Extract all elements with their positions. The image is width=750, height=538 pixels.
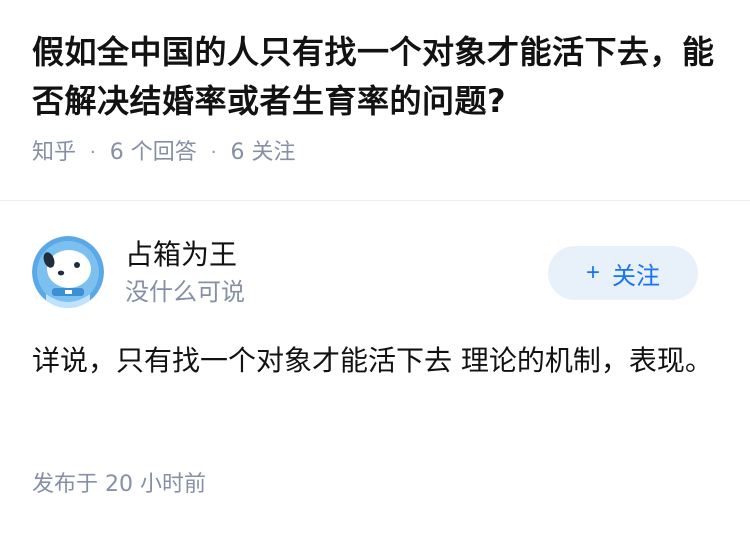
question-title[interactable]: 假如全中国的人只有找一个对象才能活下去，能否解决结婚率或者生育率的问题? [32, 28, 722, 126]
author-name[interactable]: 占箱为王 [125, 236, 237, 274]
author-bio: 没什么可说 [125, 278, 245, 306]
question-meta: 知乎 · 6 个回答 · 6 关注 [32, 138, 722, 168]
plus-icon: + [585, 259, 600, 286]
followers-count[interactable]: 6 关注 [230, 138, 295, 168]
section-divider [0, 200, 750, 201]
published-time: 发布于 20 小时前 [32, 472, 206, 497]
avatar[interactable] [32, 236, 104, 308]
follow-button[interactable]: + 关注 [548, 246, 698, 300]
answer-content[interactable]: 详说，只有找一个对象才能活下去 理论的机制，表现。 [32, 338, 718, 384]
answers-count[interactable]: 6 个回答 [110, 138, 197, 168]
snow-dog-avatar-icon [32, 236, 104, 308]
follow-button-label: 关注 [612, 262, 660, 290]
question-header: 假如全中国的人只有找一个对象才能活下去，能否解决结婚率或者生育率的问题? 知乎 … [32, 28, 722, 168]
source-label[interactable]: 知乎 [32, 138, 76, 168]
answer-author: 占箱为王 没什么可说 + 关注 [32, 236, 718, 308]
meta-separator: · [210, 142, 217, 163]
meta-separator: · [90, 142, 96, 163]
